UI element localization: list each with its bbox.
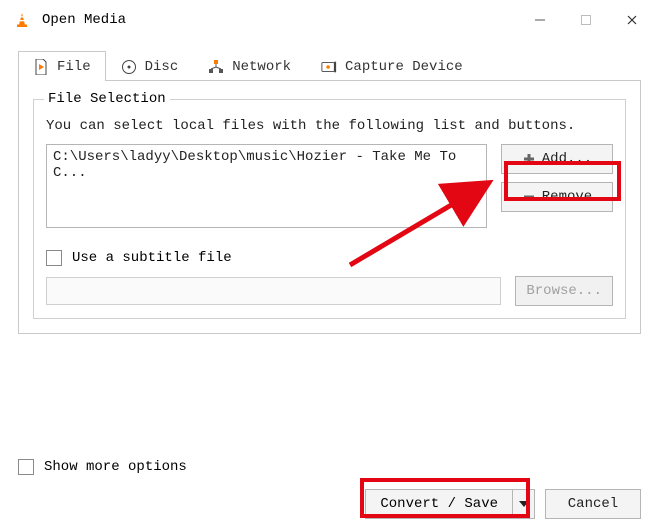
titlebar: Open Media — [0, 0, 659, 40]
capture-device-icon — [321, 59, 337, 75]
vlc-cone-icon — [12, 10, 32, 30]
remove-button-label: Remove — [542, 189, 592, 205]
plus-icon — [522, 152, 536, 166]
use-subtitle-label: Use a subtitle file — [72, 250, 232, 266]
browse-button-label: Browse... — [526, 283, 602, 299]
file-list-entry[interactable]: C:\Users\ladyy\Desktop\music\Hozier - Ta… — [53, 149, 480, 181]
close-button[interactable] — [609, 5, 655, 35]
tab-capture-device[interactable]: Capture Device — [306, 51, 478, 81]
cancel-button-label: Cancel — [568, 496, 618, 512]
remove-button[interactable]: Remove — [501, 182, 613, 212]
tab-capture-label: Capture Device — [345, 59, 463, 75]
convert-save-dropdown[interactable] — [512, 490, 534, 518]
tab-network-label: Network — [232, 59, 291, 75]
use-subtitle-checkbox[interactable] — [46, 250, 62, 266]
disc-icon — [121, 59, 137, 75]
network-icon — [208, 59, 224, 75]
file-play-icon — [33, 59, 49, 75]
tab-network[interactable]: Network — [193, 51, 306, 81]
maximize-button[interactable] — [563, 5, 609, 35]
add-button[interactable]: Add... — [501, 144, 613, 174]
tab-file[interactable]: File — [18, 51, 106, 81]
tab-disc[interactable]: Disc — [106, 51, 194, 81]
convert-save-label: Convert / Save — [366, 490, 512, 518]
minus-icon — [522, 190, 536, 204]
file-selection-help: You can select local files with the foll… — [46, 118, 613, 134]
tab-file-label: File — [57, 59, 91, 75]
cancel-button[interactable]: Cancel — [545, 489, 641, 519]
add-button-label: Add... — [542, 151, 592, 167]
file-tab-panel: File Selection You can select local file… — [18, 81, 641, 334]
chevron-down-icon — [519, 501, 529, 507]
file-selection-legend: File Selection — [44, 91, 170, 107]
file-list[interactable]: C:\Users\ladyy\Desktop\music\Hozier - Ta… — [46, 144, 487, 228]
tab-bar: File Disc Network Capture Device — [18, 50, 641, 81]
minimize-button[interactable] — [517, 5, 563, 35]
file-selection-group: File Selection You can select local file… — [33, 99, 626, 319]
convert-save-button[interactable]: Convert / Save — [365, 489, 535, 519]
browse-subtitle-button: Browse... — [515, 276, 613, 306]
window-title: Open Media — [42, 12, 517, 28]
subtitle-path-input — [46, 277, 501, 305]
show-more-checkbox[interactable] — [18, 459, 34, 475]
show-more-label: Show more options — [44, 459, 187, 475]
tab-disc-label: Disc — [145, 59, 179, 75]
